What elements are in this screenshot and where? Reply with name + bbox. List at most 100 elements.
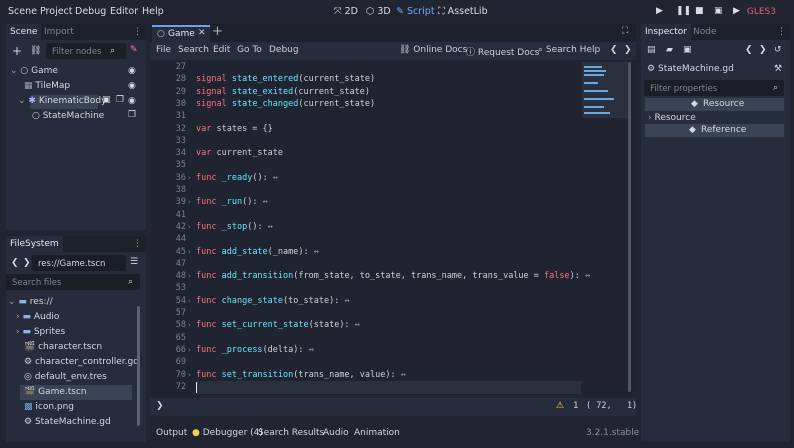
code-line[interactable]: signal state_exited(current_state) xyxy=(196,87,370,97)
tab-inspector[interactable]: Inspector xyxy=(641,24,691,40)
editor-menu-search[interactable]: Search xyxy=(178,45,209,55)
script-attach-icon[interactable]: ✎ xyxy=(130,45,138,55)
code-line[interactable]: func set_current_state(state): ↔ xyxy=(196,320,360,330)
menu-dots-icon[interactable]: ⋮ xyxy=(777,27,786,37)
fold-arrow-icon[interactable]: › xyxy=(188,174,191,182)
fold-arrow-icon[interactable]: › xyxy=(188,346,191,354)
fs-item-file[interactable]: 🎬 character.tscn xyxy=(24,342,102,352)
tab-game[interactable]: ○ Game ✕ xyxy=(152,25,210,42)
play-custom-icon[interactable]: ▶ xyxy=(733,6,740,16)
open-folder-icon[interactable]: ▰ xyxy=(666,45,673,55)
fs-item-file[interactable]: ▩ icon.png xyxy=(24,402,74,412)
section-header-reference[interactable]: ◆ Reference xyxy=(645,124,784,137)
fold-arrow-icon[interactable]: › xyxy=(188,198,191,206)
mode-2d-button[interactable]: ⤧ 2D xyxy=(334,6,358,17)
fullscreen-icon[interactable]: ⛶ xyxy=(622,26,628,36)
fold-arrow-icon[interactable]: › xyxy=(188,321,191,329)
editor-scrollbar[interactable] xyxy=(628,62,631,392)
code-line[interactable]: func _process(delta): ↔ xyxy=(196,345,314,355)
split-view-icon[interactable]: ☰ xyxy=(130,257,138,267)
tab-node[interactable]: Node xyxy=(693,27,717,37)
menu-debug[interactable]: Debug xyxy=(75,6,106,17)
visibility-icon[interactable]: ◉ xyxy=(128,66,136,76)
tab-output[interactable]: Output xyxy=(156,428,187,438)
online-docs-link[interactable]: ⛓ Online Docs xyxy=(399,45,467,55)
menu-dots-icon[interactable]: ⋮ xyxy=(133,27,142,37)
tree-node-game[interactable]: ⌄ ○ Game xyxy=(10,66,58,76)
script-icon[interactable]: ❐ xyxy=(128,110,136,120)
tree-node-kinematicbody[interactable]: ⌄ ✱ KinematicBody xyxy=(18,96,106,106)
back-icon[interactable]: ❮ xyxy=(11,258,19,268)
code-line[interactable]: func set_transition(trans_name, value): … xyxy=(196,370,406,380)
fold-arrow-icon[interactable]: › xyxy=(188,297,191,305)
fold-arrow-icon[interactable]: › xyxy=(188,248,191,256)
section-header-resource[interactable]: ◆ Resource xyxy=(645,98,784,111)
back-icon[interactable]: ❮ xyxy=(745,45,753,55)
forward-icon[interactable]: ❯ xyxy=(759,45,767,55)
close-icon[interactable]: ✕ xyxy=(198,28,206,38)
path-field[interactable]: res://Game.tscn xyxy=(32,255,126,271)
pause-icon[interactable]: ❚❚ xyxy=(676,6,691,16)
instance-icon[interactable]: ▣ xyxy=(102,95,111,105)
tab-audio[interactable]: Audio xyxy=(323,428,349,438)
fs-item-file[interactable]: ⚙ character_controller.gd xyxy=(24,357,139,367)
fold-arrow-icon[interactable]: › xyxy=(188,272,191,280)
expand-icon[interactable]: ❯ xyxy=(156,401,164,411)
warning-icon[interactable]: ⚠ xyxy=(556,401,564,411)
fold-arrow-icon[interactable]: › xyxy=(188,223,191,231)
code-line[interactable]: func change_state(to_state): ↔ xyxy=(196,296,350,306)
code-editor[interactable]: 27 28 signal state_entered(current_state) 2… xyxy=(150,60,636,396)
tab-scene[interactable]: Scene xyxy=(6,24,42,40)
minimap[interactable] xyxy=(582,62,628,118)
prev-script-icon[interactable]: ❮ xyxy=(610,45,618,55)
renderer-label[interactable]: GLES3 xyxy=(747,7,776,17)
play-icon[interactable]: ▶ xyxy=(656,6,663,16)
add-node-icon[interactable]: + xyxy=(12,44,22,58)
script-icon[interactable]: ❐ xyxy=(116,95,124,105)
code-line[interactable]: func add_transition(from_state, to_state… xyxy=(196,271,590,281)
fs-item-file-selected[interactable]: 🎬 Game.tscn xyxy=(24,387,87,397)
play-scene-icon[interactable]: ▣ xyxy=(714,6,723,16)
fold-arrow-icon[interactable]: › xyxy=(188,371,191,379)
editor-menu-file[interactable]: File xyxy=(156,45,171,55)
resource-group[interactable]: › Resource xyxy=(648,113,696,123)
fs-item-file[interactable]: ◎ default_env.tres xyxy=(24,372,107,382)
fs-item-file[interactable]: ⚙ StateMachine.gd xyxy=(24,417,111,427)
filter-properties-input[interactable]: Filter properties xyxy=(644,80,784,96)
visibility-icon[interactable]: ◉ xyxy=(128,96,136,106)
fs-item-audio[interactable]: › ▬ Audio xyxy=(16,312,59,322)
code-line[interactable]: func _stop(): ↔ xyxy=(196,222,273,232)
menu-scene[interactable]: Scene xyxy=(8,6,37,17)
menu-project[interactable]: Project xyxy=(40,6,73,17)
visibility-icon[interactable]: ◉ xyxy=(128,81,136,91)
add-tab-icon[interactable]: + xyxy=(212,24,223,39)
code-line[interactable]: var states = {} xyxy=(196,124,273,134)
history-icon[interactable]: ↺ xyxy=(774,45,782,55)
stop-icon[interactable]: ■ xyxy=(695,6,704,16)
menu-dots-icon[interactable]: ⋮ xyxy=(133,239,142,249)
link-icon[interactable]: ⛓ xyxy=(30,46,41,56)
forward-icon[interactable]: ❯ xyxy=(23,258,31,268)
fs-item-root[interactable]: ⌄ ▬ res:// xyxy=(8,297,53,307)
tab-search-results[interactable]: Search Results xyxy=(258,428,324,438)
scrollbar[interactable] xyxy=(137,306,140,426)
editor-menu-edit[interactable]: Edit xyxy=(213,45,230,55)
search-help-link[interactable]: ⌕ Search Help xyxy=(538,45,600,55)
code-line[interactable]: func add_state(_name): ↔ xyxy=(196,247,319,257)
code-line[interactable]: signal state_entered(current_state) xyxy=(196,74,375,84)
editor-menu-goto[interactable]: Go To xyxy=(237,45,262,55)
request-docs-link[interactable]: ⓘ Request Docs xyxy=(466,45,539,58)
mode-assetlib-button[interactable]: ⛶ AssetLib xyxy=(438,6,488,17)
tab-import[interactable]: Import xyxy=(44,27,74,37)
search-files-input[interactable]: Search files xyxy=(6,274,140,290)
fs-item-sprites[interactable]: › ▬ Sprites xyxy=(16,327,65,337)
tab-animation[interactable]: Animation xyxy=(354,428,400,438)
code-line[interactable]: signal state_changed(current_state) xyxy=(196,99,375,109)
tree-node-tilemap[interactable]: ▦ TileMap xyxy=(24,81,70,91)
mode-script-button[interactable]: ✎ Script xyxy=(396,6,435,17)
menu-help[interactable]: Help xyxy=(142,6,164,17)
new-resource-icon[interactable]: ▤ xyxy=(647,45,656,55)
code-line[interactable]: var current_state xyxy=(196,148,283,158)
next-script-icon[interactable]: ❯ xyxy=(624,45,632,55)
tab-debugger[interactable]: ● Debugger (4) xyxy=(192,428,263,438)
